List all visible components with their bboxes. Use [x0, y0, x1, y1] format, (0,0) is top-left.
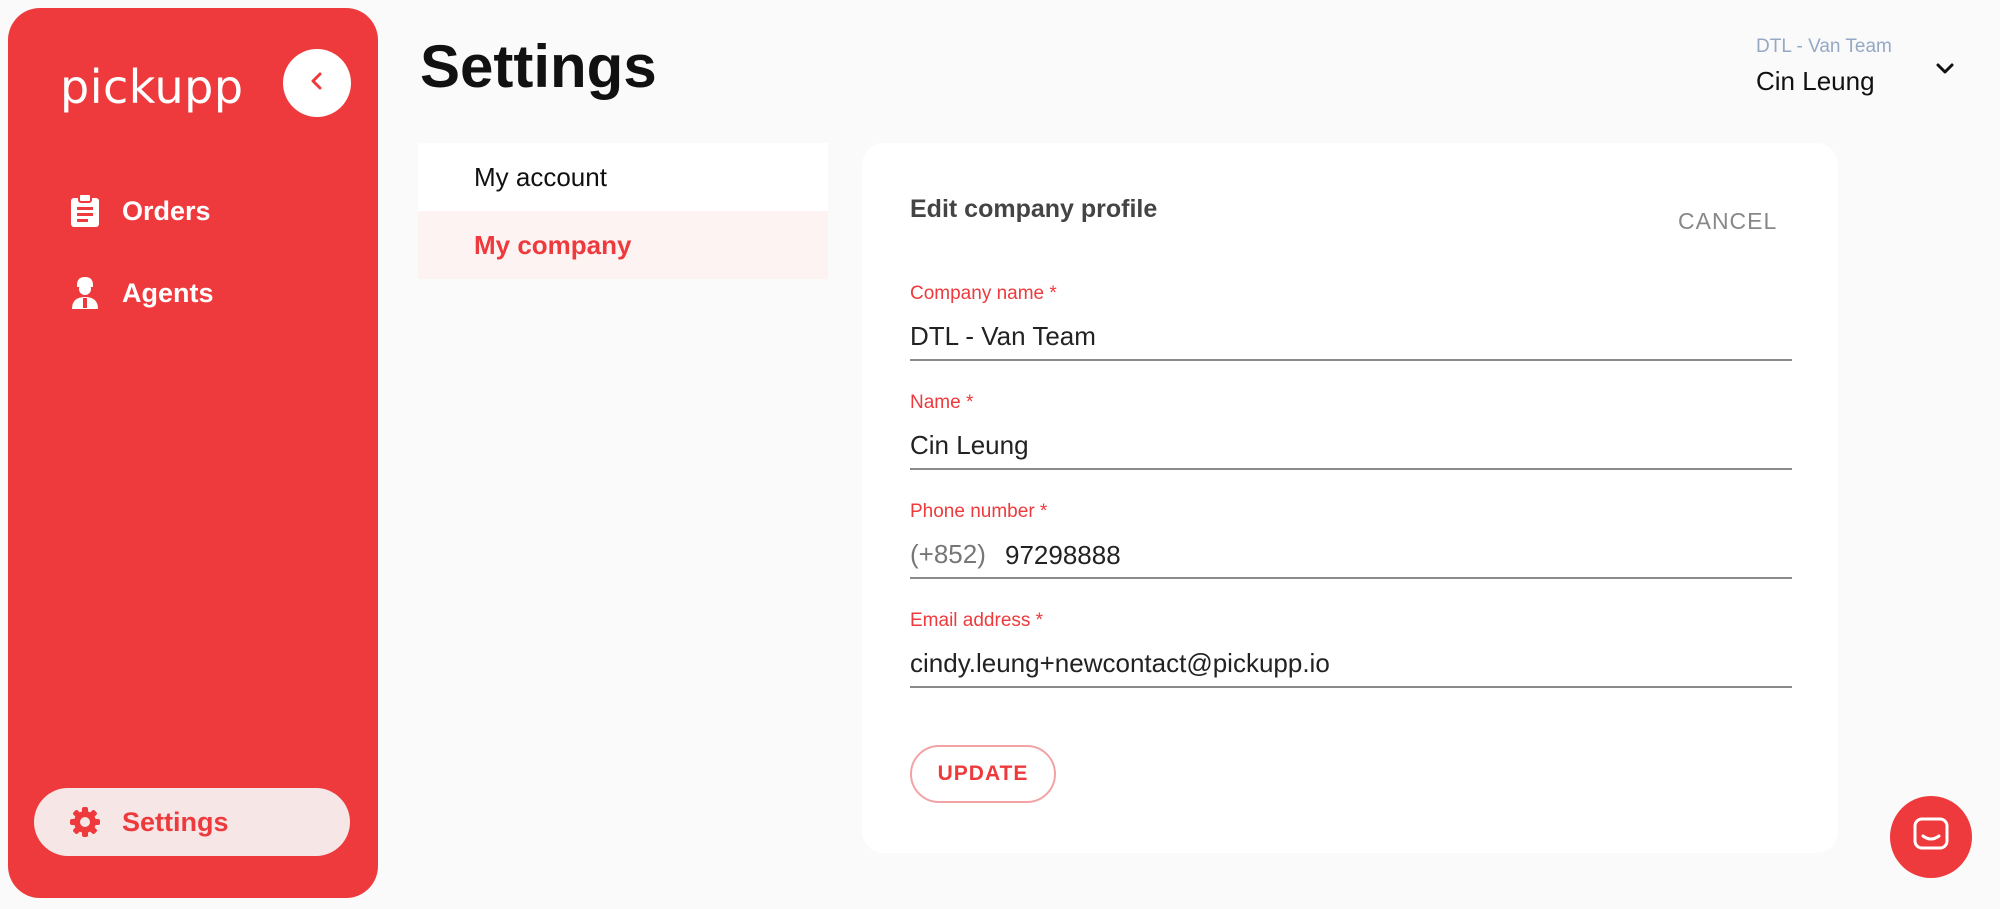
settings-menu-my-company[interactable]: My company: [418, 211, 828, 279]
page-title: Settings: [420, 33, 657, 100]
sidebar-item-settings[interactable]: Settings: [34, 788, 350, 856]
phone-country-code: (+852): [910, 539, 986, 569]
pickupp-logo[interactable]: pickupp: [60, 60, 244, 114]
clipboard-icon: [68, 193, 102, 229]
update-button[interactable]: UPDATE: [910, 745, 1056, 803]
phone-underline: [910, 577, 1792, 579]
account-company: DTL - Van Team: [1756, 36, 1892, 57]
settings-menu-my-account[interactable]: My account: [418, 143, 828, 211]
chevron-down-icon[interactable]: [1932, 56, 1958, 82]
name-label: Name *: [910, 392, 974, 413]
account-user-name: Cin Leung: [1756, 66, 1875, 96]
phone-input[interactable]: [1005, 531, 1792, 579]
cancel-button[interactable]: CANCEL: [1678, 208, 1777, 235]
name-input[interactable]: [910, 422, 1792, 470]
collapse-sidebar-button[interactable]: [283, 49, 351, 117]
email-label: Email address *: [910, 610, 1044, 631]
agent-icon: [68, 275, 102, 311]
account-switcher[interactable]: DTL - Van Team Cin Leung: [1756, 36, 1966, 96]
settings-menu-label: My account: [474, 161, 607, 192]
company-name-input[interactable]: [910, 313, 1792, 361]
company-name-label: Company name *: [910, 283, 1057, 304]
settings-menu-label: My company: [474, 229, 632, 260]
sidebar-item-label: Orders: [122, 195, 211, 226]
sidebar-item-label: Settings: [122, 806, 229, 837]
sidebar-item-agents[interactable]: Agents: [68, 275, 214, 311]
chat-icon: [1913, 817, 1949, 858]
sidebar-item-label: Agents: [122, 277, 214, 308]
chat-launcher-button[interactable]: [1890, 796, 1972, 878]
sidebar: pickupp Orders Agents Settings: [8, 8, 378, 898]
phone-label: Phone number *: [910, 501, 1048, 522]
form-title: Edit company profile: [910, 195, 1158, 223]
company-profile-card: Edit company profile CANCEL Company name…: [862, 143, 1838, 853]
chevron-left-icon: [306, 70, 328, 97]
gear-icon: [68, 805, 102, 839]
sidebar-item-orders[interactable]: Orders: [68, 193, 211, 229]
email-input[interactable]: [910, 640, 1792, 688]
